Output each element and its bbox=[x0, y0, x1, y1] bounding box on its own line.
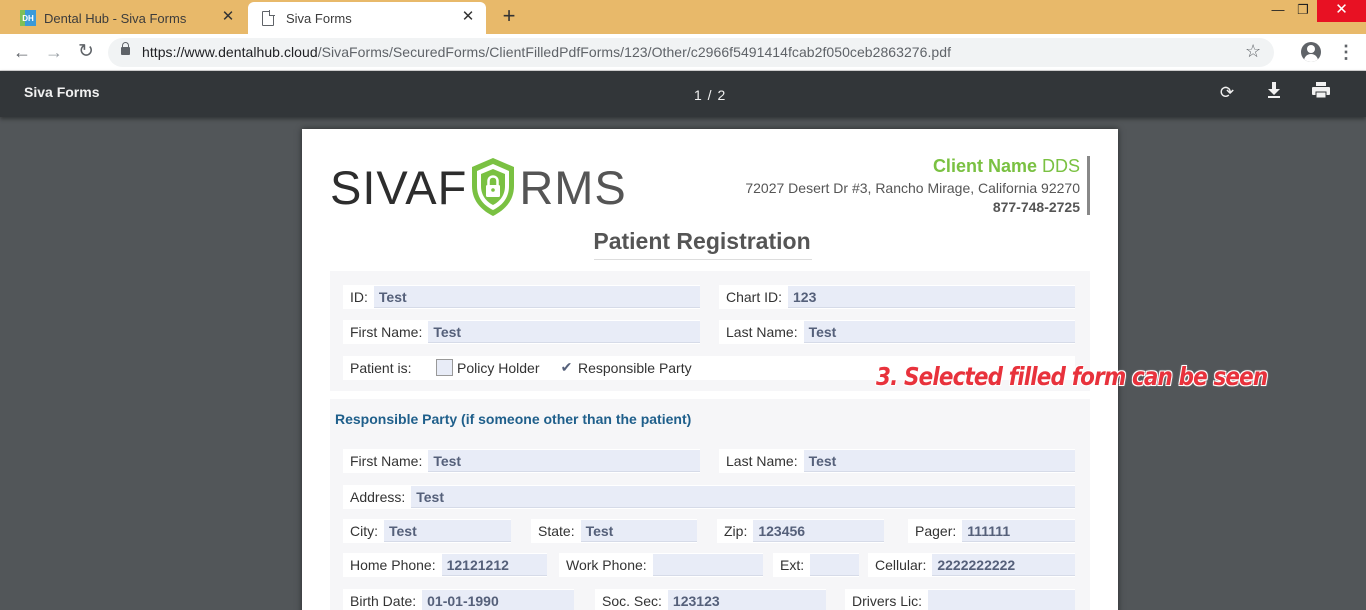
window-close-button[interactable]: ✕ bbox=[1317, 0, 1366, 22]
tutorial-annotation: 3. Selected filled form can be seen bbox=[876, 362, 1268, 391]
close-tab-icon[interactable]: ✕ bbox=[220, 9, 236, 25]
address-bar[interactable]: https://www.dentalhub.cloud/SivaForms/Se… bbox=[108, 38, 1274, 67]
client-phone: 877-748-2725 bbox=[992, 199, 1080, 215]
client-info: Client Name DDS 72027 Desert Dr #3, Ranc… bbox=[720, 156, 1090, 215]
rp-last-name-field[interactable]: Last Name: Test bbox=[719, 449, 1075, 473]
rp-cellular-field[interactable]: Cellular: 2222222222 bbox=[868, 553, 1075, 577]
dental-hub-favicon-icon: DH bbox=[20, 10, 36, 26]
rp-pager-field[interactable]: Pager: 111111 bbox=[908, 519, 1075, 543]
client-name: Client Name DDS bbox=[932, 156, 1080, 176]
policy-holder-checkbox[interactable] bbox=[436, 359, 453, 376]
chart-id-field[interactable]: Chart ID: 123 bbox=[719, 285, 1075, 309]
responsible-party-option[interactable]: ✔ Responsible Party bbox=[558, 359, 692, 376]
title-underline bbox=[594, 259, 812, 260]
patient-id-field[interactable]: ID: Test bbox=[343, 285, 700, 309]
tab-strip: DH Dental Hub - Siva Forms ✕ Siva Forms … bbox=[0, 0, 1366, 34]
restore-button[interactable]: ❐ bbox=[1288, 0, 1318, 22]
url-text[interactable]: https://www.dentalhub.cloud/SivaForms/Se… bbox=[142, 44, 951, 60]
rp-home-phone-field[interactable]: Home Phone: 12121212 bbox=[343, 553, 547, 577]
reload-icon[interactable]: ↻ bbox=[74, 40, 98, 64]
responsible-party-check-icon[interactable]: ✔ bbox=[558, 359, 575, 376]
rp-city-field[interactable]: City: Test bbox=[343, 519, 511, 543]
new-tab-button[interactable]: + bbox=[498, 4, 520, 28]
lock-icon[interactable] bbox=[121, 42, 130, 55]
policy-holder-option[interactable]: Policy Holder bbox=[436, 359, 539, 376]
rotate-icon[interactable]: ⟳ bbox=[1215, 81, 1239, 105]
rp-work-phone-field[interactable]: Work Phone: bbox=[559, 553, 763, 577]
menu-icon[interactable]: ⋮ bbox=[1337, 40, 1355, 64]
tab-title: Dental Hub - Siva Forms bbox=[44, 10, 187, 26]
siva-forms-logo: SIVAF RMS bbox=[330, 155, 627, 219]
rp-birth-date-field[interactable]: Birth Date: 01-01-1990 bbox=[343, 589, 574, 610]
rp-state-field[interactable]: State: Test bbox=[531, 519, 697, 543]
print-icon[interactable] bbox=[1309, 81, 1333, 105]
responsible-party-heading: Responsible Party (if someone other than… bbox=[335, 411, 692, 427]
form-title: Patient Registration bbox=[593, 228, 811, 254]
responsible-party-section: Responsible Party (if someone other than… bbox=[330, 399, 1090, 610]
close-tab-icon[interactable]: ✕ bbox=[460, 9, 476, 25]
rp-address-field[interactable]: Address: Test bbox=[343, 485, 1075, 509]
patient-last-name-field[interactable]: Last Name: Test bbox=[719, 320, 1075, 344]
rp-drivers-lic-field[interactable]: Drivers Lic: bbox=[845, 589, 1075, 610]
browser-toolbar: ← → ↻ https://www.dentalhub.cloud/SivaFo… bbox=[0, 34, 1366, 71]
download-icon[interactable] bbox=[1262, 81, 1286, 105]
rp-ext-field[interactable]: Ext: bbox=[773, 553, 859, 577]
document-favicon-icon bbox=[262, 10, 275, 26]
page-indicator: 1 / 2 bbox=[694, 87, 727, 103]
pdf-title: Siva Forms bbox=[24, 84, 100, 100]
patient-first-name-field[interactable]: First Name: Test bbox=[343, 320, 700, 344]
client-address: 72027 Desert Dr #3, Rancho Mirage, Calif… bbox=[745, 180, 1080, 196]
tab-title: Siva Forms bbox=[286, 10, 352, 26]
tab-dental-hub[interactable]: DH Dental Hub - Siva Forms ✕ bbox=[10, 2, 246, 34]
back-icon[interactable]: ← bbox=[10, 40, 34, 64]
forward-icon[interactable]: → bbox=[42, 40, 66, 64]
rp-zip-field[interactable]: Zip: 123456 bbox=[717, 519, 884, 543]
bookmark-star-icon[interactable]: ☆ bbox=[1245, 41, 1261, 62]
tab-siva-forms[interactable]: Siva Forms ✕ bbox=[248, 2, 486, 34]
pdf-toolbar: Siva Forms 1 / 2 ⟳ bbox=[0, 71, 1366, 117]
account-icon[interactable] bbox=[1301, 42, 1321, 62]
rp-first-name-field[interactable]: First Name: Test bbox=[343, 449, 700, 473]
rp-soc-sec-field[interactable]: Soc. Sec: 123123 bbox=[595, 589, 826, 610]
shield-lock-icon bbox=[472, 158, 515, 216]
